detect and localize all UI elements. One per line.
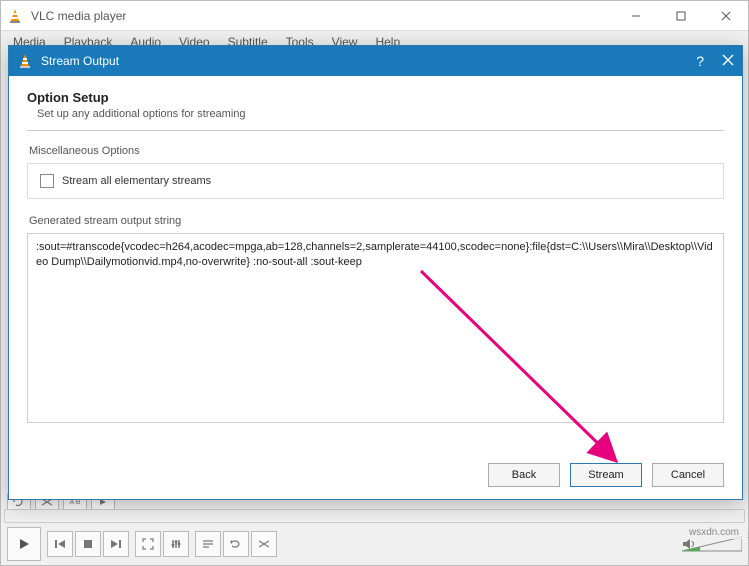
misc-options-label: Miscellaneous Options — [27, 145, 724, 157]
vlc-main-window: VLC media player Media Playback Audio Vi… — [0, 0, 749, 566]
close-icon — [722, 54, 734, 66]
maximize-button[interactable] — [658, 1, 703, 30]
equalizer-icon — [170, 538, 182, 550]
seek-slider[interactable] — [4, 509, 745, 523]
dialog-footer: Back Stream Cancel — [488, 463, 724, 487]
watermark: wsxdn.com — [686, 526, 742, 539]
loop-icon — [230, 538, 242, 550]
skip-forward-icon — [110, 538, 122, 550]
section-subheader: Set up any additional options for stream… — [27, 108, 724, 120]
prev-button[interactable] — [47, 531, 73, 557]
next-button[interactable] — [103, 531, 129, 557]
misc-options-group: Stream all elementary streams — [27, 163, 724, 199]
stream-all-checkbox-row[interactable]: Stream all elementary streams — [40, 174, 711, 188]
play-icon — [17, 537, 31, 551]
dialog-close-button[interactable] — [722, 53, 734, 69]
playlist-button[interactable] — [195, 531, 221, 557]
vlc-cone-icon — [7, 8, 23, 24]
generated-output-label: Generated stream output string — [27, 215, 724, 227]
window-controls — [613, 1, 748, 30]
minimize-button[interactable] — [613, 1, 658, 30]
dialog-title-text: Stream Output — [41, 54, 119, 68]
fullscreen-icon — [142, 538, 154, 550]
back-button[interactable]: Back — [488, 463, 560, 487]
stream-output-dialog: Stream Output ? Option Setup Set up any … — [8, 45, 743, 500]
dialog-titlebar: Stream Output ? — [9, 46, 742, 76]
skip-back-icon — [54, 538, 66, 550]
stream-button[interactable]: Stream — [570, 463, 642, 487]
fullscreen-button[interactable] — [135, 531, 161, 557]
stop-button[interactable] — [75, 531, 101, 557]
maximize-icon — [676, 11, 686, 21]
dialog-body: Option Setup Set up any additional optio… — [9, 76, 742, 433]
main-titlebar: VLC media player — [1, 1, 748, 31]
close-icon — [721, 11, 731, 21]
shuffle-icon — [258, 538, 270, 550]
ext-settings-button[interactable] — [163, 531, 189, 557]
close-button[interactable] — [703, 1, 748, 30]
stream-all-checkbox[interactable] — [40, 174, 54, 188]
main-title: VLC media player — [31, 9, 126, 23]
loop-toggle[interactable] — [223, 531, 249, 557]
stream-all-label: Stream all elementary streams — [62, 175, 211, 187]
shuffle-toggle[interactable] — [251, 531, 277, 557]
dialog-help-button[interactable]: ? — [696, 53, 704, 69]
playlist-icon — [202, 538, 214, 550]
output-string-textarea[interactable]: :sout=#transcode{vcodec=h264,acodec=mpga… — [27, 233, 724, 423]
divider — [27, 130, 724, 131]
player-controls: 30% — [1, 523, 748, 565]
section-header: Option Setup — [27, 90, 724, 105]
stop-icon — [82, 538, 94, 550]
play-button[interactable] — [7, 527, 41, 561]
cancel-button[interactable]: Cancel — [652, 463, 724, 487]
vlc-cone-icon — [17, 53, 33, 69]
minimize-icon — [631, 11, 641, 21]
